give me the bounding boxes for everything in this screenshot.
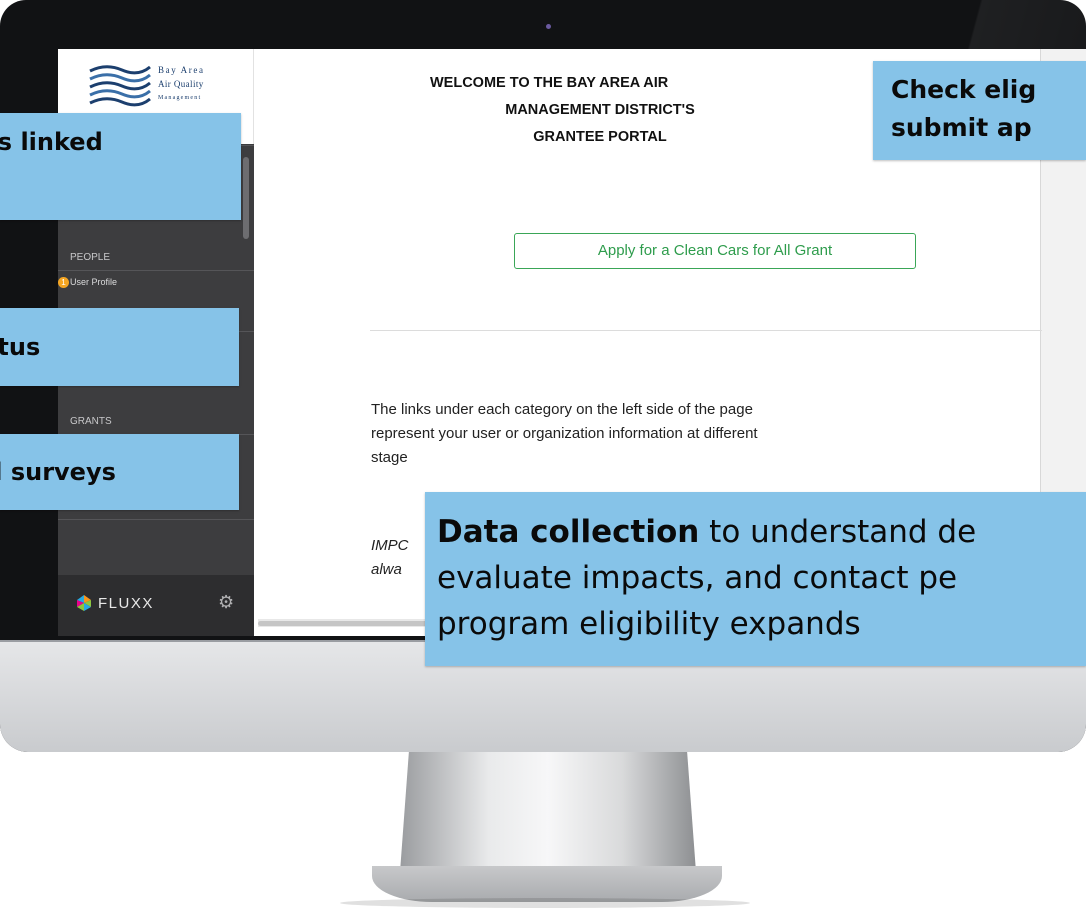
callout-line: t [0,162,241,201]
fluxx-brand: FLUXX [98,595,154,612]
paragraph-line: stage [371,449,408,466]
welcome-heading: WELCOME TO THE BAY AREA AIR MANAGEMENT D… [390,70,810,151]
callout-line: program eligibility expands [437,606,861,642]
district-logo-text: Bay Area Air Quality Management [158,63,250,105]
sidebar-scrollbar[interactable] [243,157,249,239]
paragraph-line: The links under each category on the lef… [371,401,753,418]
logo-line: Bay Area [158,65,205,75]
callout-line: evaluate impacts, and contact pe [437,560,958,596]
sidebar-divider [58,270,254,271]
camera-dot [546,24,551,29]
sidebar-section-people: PEOPLE [70,252,111,263]
district-logo-icon [88,61,152,111]
logo-line: Management [158,95,202,101]
apply-grant-button[interactable]: Apply for a Clean Cars for All Grant [514,233,916,269]
callout-data-collection: Data collection to understand de evaluat… [425,492,1086,666]
sidebar-divider [58,519,254,520]
callout-eligibility: Check elig submit ap [873,61,1086,160]
callout-line: and surveys [0,458,116,486]
intro-paragraph: The links under each category on the lef… [371,398,1021,470]
fluxx-logo-icon [77,595,91,611]
callout-linked: ions linked t [0,113,241,220]
stand-shadow [340,898,750,908]
sidebar-section-grants: GRANTS [70,416,112,427]
notification-badge: 1 [58,277,69,288]
callout-text: to understand de [699,514,977,550]
welcome-line: WELCOME TO THE BAY AREA AIR [430,75,669,91]
gear-icon[interactable]: ⚙ [218,592,234,613]
paragraph-line: represent your user or organization info… [371,425,758,442]
content-divider [370,330,1042,331]
welcome-line: MANAGEMENT DISTRICT'S [505,102,695,118]
callout-surveys: and surveys [0,434,239,510]
welcome-line: GRANTEE PORTAL [533,129,667,145]
sidebar-footer: FLUXX ⚙ [58,575,254,636]
callout-bold-text: Data collection [437,514,700,550]
callout-line: Check elig [891,75,1037,104]
callout-line: submit ap [891,113,1032,142]
monitor-stand-neck [400,752,696,872]
monitor-stand-foot [372,866,722,902]
callout-line: n status [0,333,41,361]
callout-line: ions linked [0,128,103,156]
callout-line: Data collection to understand de [437,509,1086,555]
callout-status: n status [0,308,239,386]
sidebar-item-user-profile[interactable]: User Profile [70,277,117,287]
logo-line: Air Quality [158,79,204,89]
